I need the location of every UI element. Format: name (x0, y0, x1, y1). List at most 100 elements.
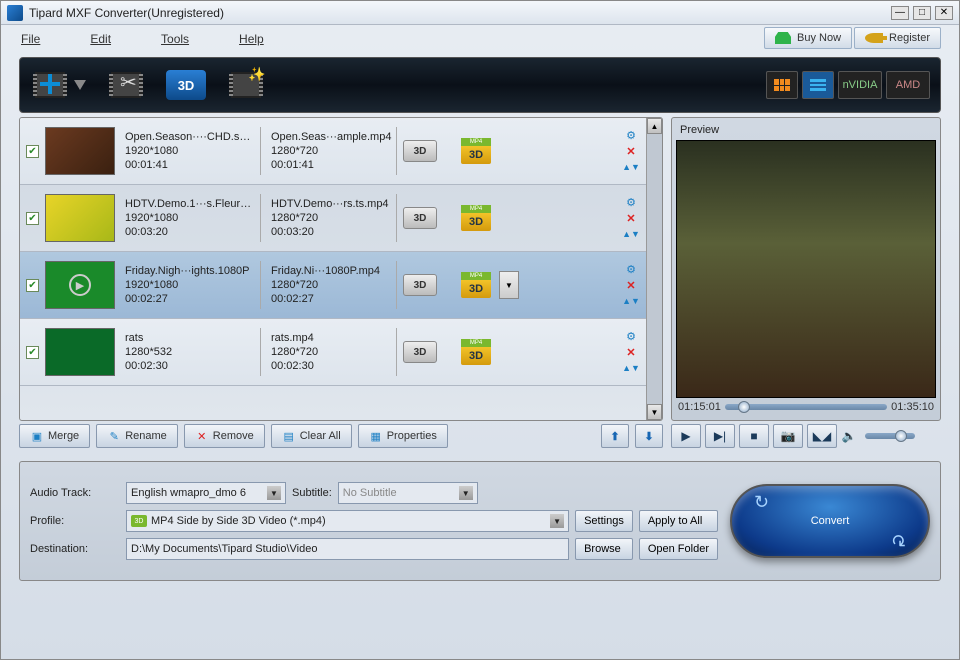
mp4-label: MP4 (461, 272, 491, 280)
add-file-button[interactable] (30, 66, 86, 104)
output-res: 1280*720 (271, 145, 392, 157)
source-name: Open.Season····CHD.sample (125, 131, 256, 143)
row-checkbox[interactable]: ✔ (26, 346, 39, 359)
properties-button[interactable]: ▦Properties (358, 424, 448, 448)
refresh-arrow-icon: ↻ (891, 529, 906, 550)
step-button[interactable]: ▶| (705, 424, 735, 448)
row-3d-button[interactable]: 3D (403, 207, 437, 229)
play-button[interactable]: ▶ (671, 424, 701, 448)
convert-label: Convert (811, 515, 850, 527)
row-format-button[interactable]: MP4 3D (459, 204, 493, 232)
remove-row-icon[interactable]: ✕ (624, 211, 638, 225)
gear-icon[interactable]: ⚙ (624, 329, 638, 343)
source-name: Friday.Nigh···ights.1080P (125, 265, 256, 277)
settings-button[interactable]: Settings (575, 510, 633, 532)
output-res: 1280*720 (271, 346, 392, 358)
3d-button[interactable]: 3D (166, 66, 206, 104)
file-row[interactable]: ✔ rats 1280*532 00:02:30 rats.mp4 1280*7… (20, 319, 646, 386)
output-name: Open.Seas···ample.mp4 (271, 131, 392, 143)
rename-button[interactable]: ✎Rename (96, 424, 178, 448)
remove-button[interactable]: ✕Remove (184, 424, 265, 448)
move-up-button[interactable]: ⬆ (601, 424, 629, 448)
minimize-button[interactable]: — (891, 6, 909, 20)
compare-button[interactable]: ◣◢ (807, 424, 837, 448)
buy-now-button[interactable]: Buy Now (764, 27, 852, 49)
seek-slider[interactable] (725, 404, 887, 410)
audio-track-select[interactable]: English wmapro_dmo 6▼ (126, 482, 286, 504)
gear-icon[interactable]: ⚙ (624, 128, 638, 142)
row-format-button[interactable]: MP4 3D (459, 137, 493, 165)
subtitle-select[interactable]: No Subtitle▼ (338, 482, 478, 504)
stop-button[interactable]: ■ (739, 424, 769, 448)
menu-edit[interactable]: Edit (90, 32, 111, 46)
source-name: rats (125, 332, 256, 344)
file-row[interactable]: ✔ ▶ Friday.Nigh···ights.1080P 1920*1080 … (20, 252, 646, 319)
reorder-icon[interactable]: ▲▼ (624, 294, 638, 308)
amd-button[interactable]: AMD (886, 71, 930, 99)
row-3d-button[interactable]: 3D (403, 341, 437, 363)
menu-help[interactable]: Help (239, 32, 264, 46)
row-format-button[interactable]: MP4 3D (459, 338, 493, 366)
row-checkbox[interactable]: ✔ (26, 212, 39, 225)
window-controls: — □ ✕ (891, 6, 953, 20)
menu-file[interactable]: File (21, 32, 40, 46)
remove-row-icon[interactable]: ✕ (624, 345, 638, 359)
list-view-button[interactable] (802, 71, 834, 99)
merge-button[interactable]: ▣Merge (19, 424, 90, 448)
maximize-button[interactable]: □ (913, 6, 931, 20)
open-folder-button[interactable]: Open Folder (639, 538, 718, 560)
scroll-track[interactable] (647, 134, 662, 404)
gear-icon[interactable]: ⚙ (624, 195, 638, 209)
row-checkbox[interactable]: ✔ (26, 145, 39, 158)
menu-tools[interactable]: Tools (161, 32, 189, 46)
reorder-icon[interactable]: ▲▼ (624, 160, 638, 174)
chevron-down-icon: ▼ (550, 514, 564, 528)
source-res: 1920*1080 (125, 145, 256, 157)
row-format-button[interactable]: MP4 3D (459, 271, 493, 299)
row-controls: ⚙ ✕ ▲▼ (624, 195, 638, 241)
app-icon (7, 5, 23, 21)
menubar: File Edit Tools Help Buy Now Register (1, 25, 959, 53)
file-row[interactable]: ✔ Open.Season····CHD.sample 1920*1080 00… (20, 118, 646, 185)
register-button[interactable]: Register (854, 27, 941, 49)
source-dur: 00:01:41 (125, 159, 256, 171)
trim-button[interactable]: ✂ (106, 66, 146, 104)
convert-button[interactable]: ↻ Convert ↻ (730, 484, 930, 558)
preview-box: Preview 01:15:01 01:35:10 (671, 117, 941, 421)
file-row[interactable]: ✔ HDTV.Demo.1···s.Fleurs.ts 1920*1080 00… (20, 185, 646, 252)
output-name: rats.mp4 (271, 332, 392, 344)
reorder-icon[interactable]: ▲▼ (624, 361, 638, 375)
profile-label: Profile: (30, 515, 120, 527)
scroll-down-button[interactable]: ▼ (647, 404, 662, 420)
grid-view-button[interactable] (766, 71, 798, 99)
clear-all-button[interactable]: ▤Clear All (271, 424, 352, 448)
format-3d-label: 3D (461, 280, 491, 298)
snapshot-button[interactable]: 📷 (773, 424, 803, 448)
row-3d-button[interactable]: 3D (403, 140, 437, 162)
gear-icon[interactable]: ⚙ (624, 262, 638, 276)
format-3d-label: 3D (461, 146, 491, 164)
browse-button[interactable]: Browse (575, 538, 633, 560)
row-checkbox[interactable]: ✔ (26, 279, 39, 292)
scroll-up-button[interactable]: ▲ (647, 118, 662, 134)
format-dropdown-button[interactable]: ▼ (499, 271, 519, 299)
effects-button[interactable]: ✨ (226, 66, 266, 104)
chevron-down-icon: ▼ (459, 486, 473, 500)
output-info: Friday.Ni···1080P.mp4 1280*720 00:02:27 (267, 261, 397, 309)
close-button[interactable]: ✕ (935, 6, 953, 20)
row-3d-button[interactable]: 3D (403, 274, 437, 296)
preview-section: Preview 01:15:01 01:35:10 ▶ ▶| ■ 📷 ◣◢ 🔈 (671, 117, 941, 451)
remove-row-icon[interactable]: ✕ (624, 144, 638, 158)
audio-subtitle-row: English wmapro_dmo 6▼ Subtitle: No Subti… (126, 482, 569, 504)
apply-all-button[interactable]: Apply to All (639, 510, 718, 532)
scrollbar[interactable]: ▲ ▼ (646, 118, 662, 420)
move-down-button[interactable]: ⬇ (635, 424, 663, 448)
profile-select[interactable]: 3D MP4 Side by Side 3D Video (*.mp4)▼ (126, 510, 569, 532)
destination-field[interactable]: D:\My Documents\Tipard Studio\Video (126, 538, 569, 560)
volume-icon[interactable]: 🔈 (841, 424, 857, 448)
remove-row-icon[interactable]: ✕ (624, 278, 638, 292)
nvidia-button[interactable]: nVIDIA (838, 71, 882, 99)
reorder-icon[interactable]: ▲▼ (624, 227, 638, 241)
volume-slider[interactable] (865, 433, 915, 439)
audio-track-label: Audio Track: (30, 487, 120, 499)
